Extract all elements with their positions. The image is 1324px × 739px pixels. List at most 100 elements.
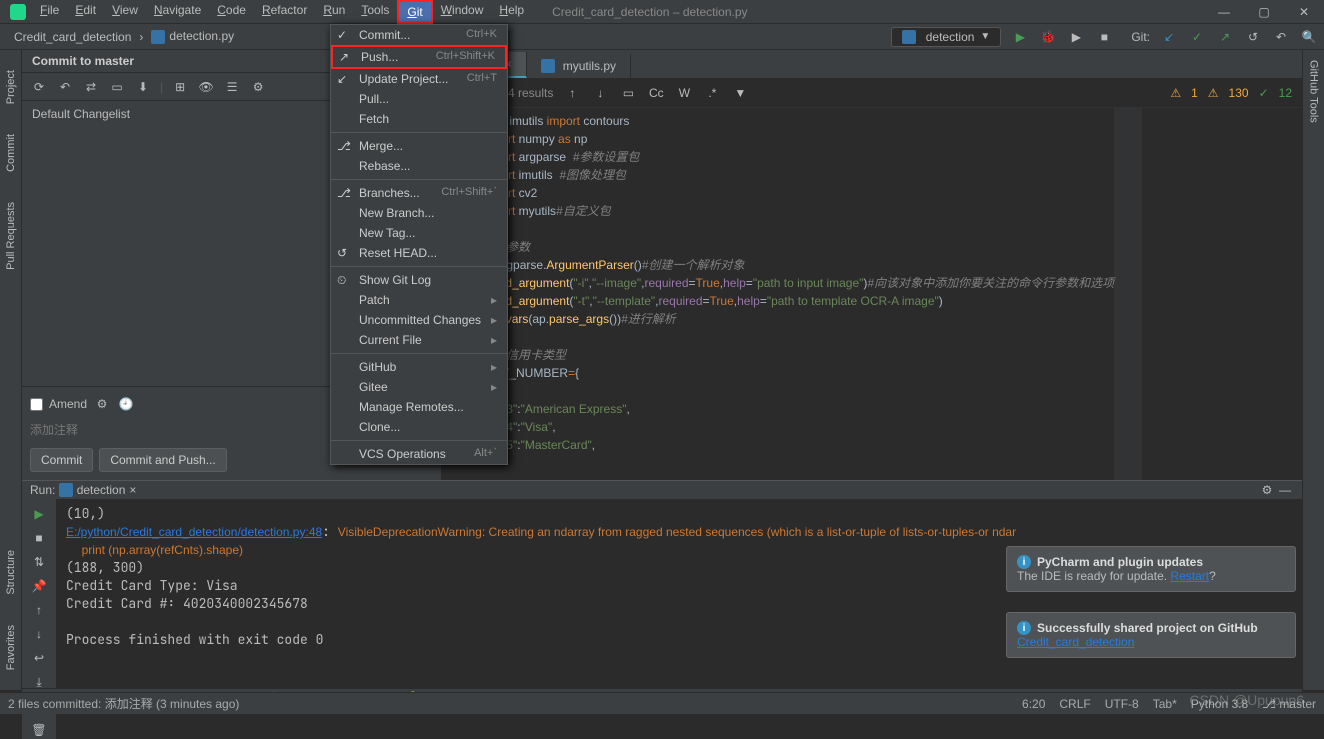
git-menu-new-branch-[interactable]: New Branch...: [331, 203, 507, 223]
amend-checkbox[interactable]: [30, 398, 43, 411]
push-icon[interactable]: ↗: [1216, 28, 1234, 46]
commit-button[interactable]: Commit: [30, 448, 93, 472]
up-icon[interactable]: ↑: [30, 601, 48, 619]
breadcrumb-file[interactable]: detection.py: [143, 27, 242, 46]
history-icon[interactable]: ↺: [1244, 28, 1262, 46]
menu-refactor[interactable]: Refactor: [254, 0, 315, 24]
git-menu-gitee[interactable]: Gitee: [331, 377, 507, 397]
view-icon[interactable]: 👁: [197, 78, 215, 96]
select-all-icon[interactable]: ▭: [619, 84, 637, 102]
run-button[interactable]: ▶: [1011, 28, 1029, 46]
git-menu-reset-head-[interactable]: ↺Reset HEAD...: [331, 243, 507, 263]
sidebar-github-tools[interactable]: GitHub Tools: [1308, 60, 1320, 123]
git-menu-show-git-log[interactable]: ⏲Show Git Log: [331, 270, 507, 290]
up-icon[interactable]: ↑: [563, 84, 581, 102]
shelve-icon[interactable]: ▭: [108, 78, 126, 96]
code-editor[interactable]: from imutils import contours import nump…: [482, 108, 1114, 480]
down-icon[interactable]: ↓: [30, 625, 48, 643]
menu-file[interactable]: File: [32, 0, 67, 24]
menu-code[interactable]: Code: [209, 0, 254, 24]
menu-git[interactable]: Git: [397, 0, 432, 24]
close-button[interactable]: ✕: [1284, 0, 1324, 24]
ok-icon[interactable]: ✓: [1259, 86, 1269, 100]
menu-edit[interactable]: Edit: [67, 0, 104, 24]
changelist-icon[interactable]: ☰: [223, 78, 241, 96]
git-menu-clone-[interactable]: Clone...: [331, 417, 507, 437]
status-indent[interactable]: Tab*: [1153, 697, 1177, 711]
git-menu-merge-[interactable]: ⎇Merge...: [331, 136, 507, 156]
git-menu-update-project-[interactable]: ↙Update Project...Ctrl+T: [331, 69, 507, 89]
down-icon[interactable]: ↓: [591, 84, 609, 102]
git-menu-manage-remotes-[interactable]: Manage Remotes...: [331, 397, 507, 417]
info-icon: i: [1017, 621, 1031, 635]
git-menu-vcs-operations[interactable]: VCS OperationsAlt+`: [331, 444, 507, 464]
git-menu-fetch[interactable]: Fetch: [331, 109, 507, 129]
sidebar-project[interactable]: Project: [5, 70, 17, 104]
git-menu-github[interactable]: GitHub: [331, 357, 507, 377]
menu-run[interactable]: Run: [315, 0, 353, 24]
regex-icon[interactable]: .*: [703, 84, 721, 102]
menu-view[interactable]: View: [104, 0, 146, 24]
git-menu-push-[interactable]: ↗Push...Ctrl+Shift+K: [331, 45, 507, 69]
menu-help[interactable]: Help: [491, 0, 532, 24]
hide-icon[interactable]: —: [1276, 481, 1294, 499]
filter-icon[interactable]: ▼: [731, 84, 749, 102]
revert-icon[interactable]: ↶: [1272, 28, 1290, 46]
search-icon[interactable]: 🔍: [1300, 28, 1318, 46]
settings-icon[interactable]: ⚙: [1258, 481, 1276, 499]
close-tab-icon[interactable]: ×: [129, 483, 136, 497]
commit-and-push-button[interactable]: Commit and Push...: [99, 448, 226, 472]
run-coverage-button[interactable]: ▶: [1067, 28, 1085, 46]
git-menu-commit-[interactable]: ✓Commit...Ctrl+K: [331, 25, 507, 45]
match-case-icon[interactable]: Cc: [647, 84, 665, 102]
minimap[interactable]: [1114, 108, 1142, 480]
run-config-selector[interactable]: detection ▼: [891, 27, 1002, 47]
clear-icon[interactable]: 🗑: [30, 721, 48, 739]
breadcrumb-project[interactable]: Credit_card_detection: [6, 28, 139, 46]
update-project-icon[interactable]: ↙: [1160, 28, 1178, 46]
menu-window[interactable]: Window: [433, 0, 492, 24]
expand-icon[interactable]: ⊞: [171, 78, 189, 96]
soft-wrap-icon[interactable]: ↩: [30, 649, 48, 667]
menu-navigate[interactable]: Navigate: [146, 0, 209, 24]
git-menu-patch[interactable]: Patch: [331, 290, 507, 310]
history-icon[interactable]: 🕘: [117, 395, 135, 413]
weak-warning-icon[interactable]: ⚠: [1208, 86, 1219, 100]
pin-icon[interactable]: 📌: [30, 577, 48, 595]
diff-icon[interactable]: ⇄: [82, 78, 100, 96]
minimize-button[interactable]: —: [1204, 0, 1244, 24]
status-position[interactable]: 6:20: [1022, 697, 1045, 711]
git-menu-branches-[interactable]: ⎇Branches...Ctrl+Shift+`: [331, 183, 507, 203]
commit-icon[interactable]: ✓: [1188, 28, 1206, 46]
restart-link[interactable]: Restart: [1170, 569, 1209, 583]
group-icon[interactable]: ⬇: [134, 78, 152, 96]
repo-link[interactable]: Credit_card_detection: [1017, 635, 1134, 649]
git-menu-new-tag-[interactable]: New Tag...: [331, 223, 507, 243]
sidebar-commit[interactable]: Commit: [5, 134, 17, 172]
maximize-button[interactable]: ▢: [1244, 0, 1284, 24]
settings-icon[interactable]: ⚙: [249, 78, 267, 96]
notification-github[interactable]: iSuccessfully shared project on GitHub C…: [1006, 612, 1296, 658]
tab-myutils[interactable]: myutils.py: [527, 54, 631, 78]
stop-button[interactable]: ■: [1095, 28, 1113, 46]
restore-layout-icon[interactable]: ⇅: [30, 553, 48, 571]
menu-tools[interactable]: Tools: [353, 0, 397, 24]
rollback-icon[interactable]: ↶: [56, 78, 74, 96]
debug-button[interactable]: 🐞: [1039, 28, 1057, 46]
warning-icon[interactable]: ⚠: [1170, 86, 1181, 100]
status-encoding[interactable]: UTF-8: [1105, 697, 1139, 711]
status-eol[interactable]: CRLF: [1059, 697, 1090, 711]
words-icon[interactable]: W: [675, 84, 693, 102]
notification-updates[interactable]: iPyCharm and plugin updates The IDE is r…: [1006, 546, 1296, 592]
gear-icon[interactable]: ⚙: [93, 395, 111, 413]
git-menu-current-file[interactable]: Current File: [331, 330, 507, 350]
refresh-icon[interactable]: ⟳: [30, 78, 48, 96]
git-menu-uncommitted-changes[interactable]: Uncommitted Changes: [331, 310, 507, 330]
stop-icon[interactable]: ■: [30, 529, 48, 547]
sidebar-favorites[interactable]: Favorites: [5, 625, 17, 670]
git-menu-rebase-[interactable]: Rebase...: [331, 156, 507, 176]
sidebar-pull-requests[interactable]: Pull Requests: [5, 202, 17, 270]
git-menu-pull-[interactable]: Pull...: [331, 89, 507, 109]
rerun-icon[interactable]: ▶: [30, 505, 48, 523]
sidebar-structure[interactable]: Structure: [5, 550, 17, 595]
